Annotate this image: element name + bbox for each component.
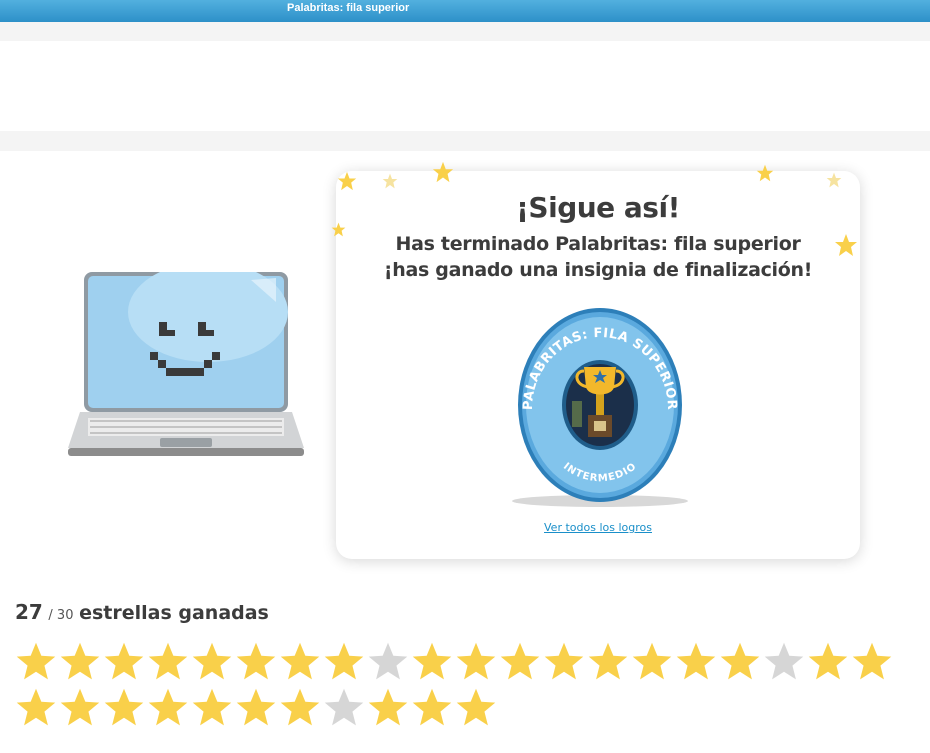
- star-earned-icon: [104, 688, 144, 726]
- lesson-title: Palabritas: fila superior: [287, 2, 410, 14]
- star-earned-icon: [500, 642, 540, 680]
- sparkle-star-icon: [756, 164, 774, 182]
- star-earned-icon: [280, 688, 320, 726]
- star-earned-icon: [808, 642, 848, 680]
- star-earned-icon: [412, 642, 452, 680]
- star-earned-icon: [412, 688, 452, 726]
- laptop-mascot-icon: [68, 272, 304, 456]
- star-earned-icon: [280, 642, 320, 680]
- sparkle-star-icon: [331, 222, 346, 237]
- sparkle-star-icon: [337, 171, 357, 191]
- star-earned-icon: [676, 642, 716, 680]
- stars-earned-summary: 27 / 30 estrellas ganadas: [15, 600, 269, 624]
- star-empty-icon: [368, 642, 408, 680]
- star-earned-icon: [236, 688, 276, 726]
- star-earned-icon: [588, 642, 628, 680]
- star-empty-icon: [324, 688, 364, 726]
- star-earned-icon: [632, 642, 672, 680]
- star-earned-icon: [60, 688, 100, 726]
- star-earned-icon: [148, 642, 188, 680]
- content-band: [0, 131, 930, 151]
- star-earned-icon: [324, 642, 364, 680]
- star-empty-icon: [764, 642, 804, 680]
- sparkle-star-icon: [835, 234, 857, 256]
- completion-heading: ¡Sigue así!: [516, 191, 680, 224]
- view-all-achievements-link[interactable]: Ver todos los logros: [336, 521, 860, 534]
- sparkle-star-icon: [432, 161, 454, 183]
- star-earned-icon: [148, 688, 188, 726]
- star-earned-icon: [192, 688, 232, 726]
- completion-message-line1: Has terminado Palabritas: fila superior: [395, 233, 801, 255]
- sparkle-star-icon: [382, 173, 398, 189]
- star-earned-icon: [720, 642, 760, 680]
- stars-earned-label: estrellas ganadas: [79, 602, 269, 624]
- star-earned-icon: [104, 642, 144, 680]
- completion-badge: PALABRITAS: FILA SUPERIOR INTERMEDIO: [512, 308, 688, 507]
- star-earned-icon: [544, 642, 584, 680]
- completion-message-line2: ¡has ganado una insignia de finalización…: [383, 259, 813, 281]
- star-earned-icon: [456, 642, 496, 680]
- star-earned-icon: [368, 688, 408, 726]
- star-earned-icon: [16, 688, 56, 726]
- completion-card: ¡Sigue así! Has terminado Palabritas: fi…: [336, 171, 860, 559]
- sparkle-star-icon: [826, 172, 842, 188]
- stars-progress: [14, 640, 914, 732]
- star-earned-icon: [16, 642, 56, 680]
- star-earned-icon: [456, 688, 496, 726]
- stars-earned-count: 27: [15, 600, 43, 624]
- star-earned-icon: [236, 642, 276, 680]
- header-band: [0, 22, 930, 41]
- stars-total-count: / 30: [48, 608, 74, 623]
- top-bar: Palabritas: fila superior: [0, 0, 930, 22]
- star-earned-icon: [852, 642, 892, 680]
- star-earned-icon: [192, 642, 232, 680]
- star-earned-icon: [60, 642, 100, 680]
